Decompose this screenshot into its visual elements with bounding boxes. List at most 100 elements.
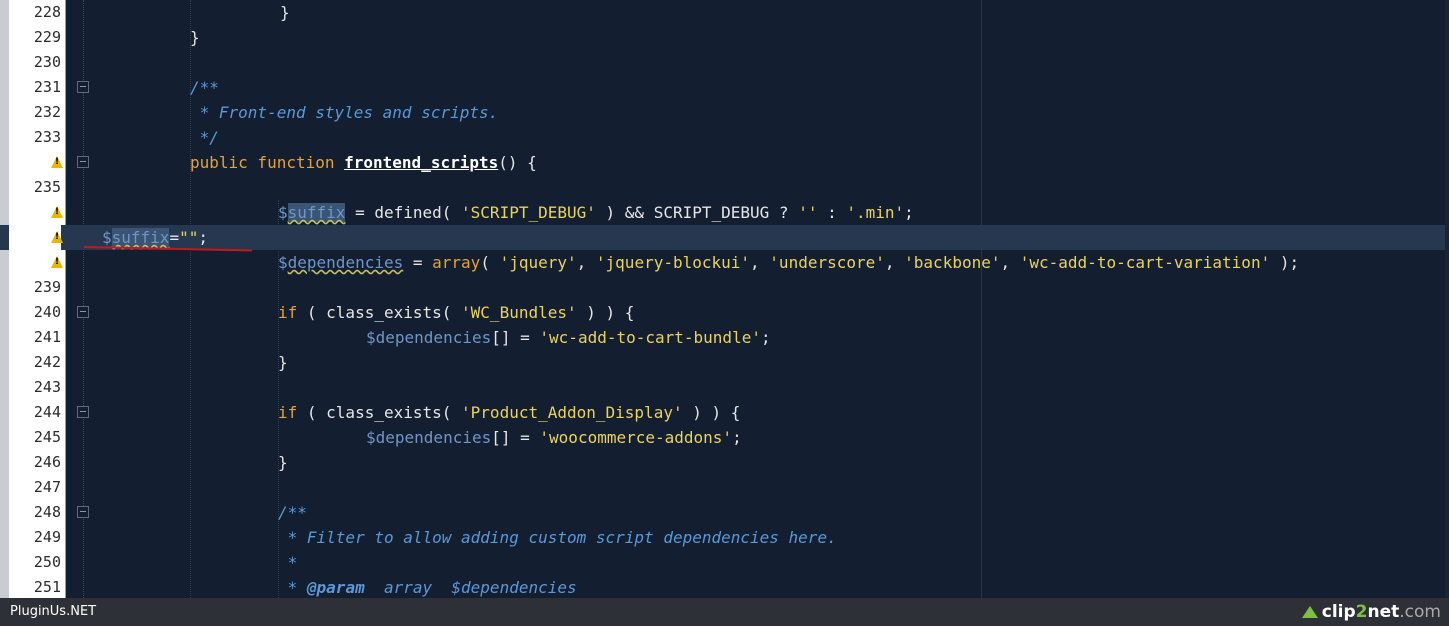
watermark-text: PluginUs.NET — [10, 604, 97, 619]
code-line[interactable]: $suffix = defined( 'SCRIPT_DEBUG' ) && S… — [0, 200, 1449, 225]
line-number: 245 — [33, 428, 61, 446]
code-line[interactable]: 245 $dependencies[] = 'woocommerce-addons… — [0, 425, 1449, 450]
code-token: } — [278, 453, 288, 472]
code-line[interactable]: 239 — [0, 275, 1449, 300]
code-token: 'wc-add-to-cart-variation' — [1019, 253, 1271, 272]
code-token: 'SCRIPT_DEBUG' — [461, 203, 596, 222]
code-token: ( class_exists( — [297, 303, 462, 322]
warning-icon[interactable] — [51, 231, 63, 243]
code-text: } — [190, 25, 200, 50]
code-token: ) ) { — [682, 403, 741, 422]
code-token: 'woocommerce-addons' — [539, 428, 733, 447]
code-line[interactable]: 235 — [0, 175, 1449, 200]
warning-icon[interactable] — [51, 156, 63, 168]
code-line[interactable]: 250 * — [0, 550, 1449, 575]
code-text: * Filter to allow adding custom script d… — [278, 525, 837, 550]
code-line[interactable]: 248 /** — [0, 500, 1449, 525]
code-token: [] = — [491, 428, 540, 447]
code-token: 'backbone' — [904, 253, 1001, 272]
code-text: if ( class_exists( 'Product_Addon_Displa… — [278, 400, 740, 425]
code-line[interactable]: 232 * Front-end styles and scripts. — [0, 100, 1449, 125]
code-token: * — [278, 578, 307, 597]
code-token: */ — [190, 128, 219, 147]
code-token: 'WC_Bundles' — [461, 303, 577, 322]
code-token: ) && SCRIPT_DEBUG ? — [595, 203, 799, 222]
upload-arrow-icon — [1301, 606, 1318, 618]
warning-icon[interactable] — [51, 206, 63, 218]
code-token: suffix — [287, 203, 346, 222]
code-line[interactable]: 241 $dependencies[] = 'wc-add-to-cart-bun… — [0, 325, 1449, 350]
vertical-scrollbar[interactable] — [1445, 0, 1449, 598]
code-line[interactable]: $suffix=""; — [0, 225, 1449, 250]
line-number: 229 — [33, 28, 61, 46]
code-token: $dependencies — [366, 328, 492, 347]
code-token: } — [280, 3, 290, 22]
code-token: ); — [1270, 253, 1300, 272]
code-token: "" — [179, 228, 199, 247]
code-line[interactable]: 230 — [0, 50, 1449, 75]
code-line[interactable]: 243 — [0, 375, 1449, 400]
code-text: $dependencies[] = 'wc-add-to-cart-bundle… — [366, 325, 771, 350]
code-editor[interactable]: 228} 229} 230 231/** 232 * Front-end styles … — [0, 0, 1449, 598]
fold-toggle-icon[interactable] — [77, 306, 89, 318]
line-number: 230 — [33, 53, 61, 71]
code-line[interactable]: 228} — [0, 0, 1449, 25]
fold-toggle-icon[interactable] — [77, 81, 89, 93]
code-line[interactable]: 242} — [0, 350, 1449, 375]
code-token: 'Product_Addon_Display' — [461, 403, 683, 422]
line-number: 239 — [33, 278, 61, 296]
logo-two: 2 — [1355, 602, 1368, 622]
code-text: * @param array $dependencies — [278, 575, 577, 598]
code-line[interactable]: 251 * @param array $dependencies — [0, 575, 1449, 598]
fold-toggle-icon[interactable] — [77, 406, 89, 418]
code-line[interactable]: 246} — [0, 450, 1449, 475]
code-token: , — [750, 253, 770, 272]
code-token: '' — [798, 203, 818, 222]
code-token: $ — [278, 253, 288, 272]
fold-toggle-icon[interactable] — [77, 156, 89, 168]
code-line[interactable]: public function frontend_scripts() { — [0, 150, 1449, 175]
code-token: 'underscore' — [769, 253, 885, 272]
code-token: , — [884, 253, 905, 272]
code-line[interactable]: 247 — [0, 475, 1449, 500]
line-number: 250 — [33, 553, 61, 571]
line-number: 241 — [33, 328, 61, 346]
code-token: () { — [498, 153, 537, 172]
code-token: } — [278, 353, 288, 372]
code-token: = — [169, 228, 180, 247]
code-token: frontend_scripts — [344, 153, 499, 172]
code-token: ( — [480, 253, 500, 272]
code-token: $dependencies — [366, 428, 492, 447]
code-token: 'jquery' — [499, 253, 577, 272]
code-token: } — [190, 28, 200, 47]
code-text: /** — [190, 75, 219, 100]
logo-domain: .com — [1399, 602, 1441, 622]
line-number: 246 — [33, 453, 61, 471]
code-line[interactable]: 244 if ( class_exists( 'Product_Addon_Dis… — [0, 400, 1449, 425]
code-token: ; — [732, 428, 742, 447]
line-number: 247 — [33, 478, 61, 496]
code-token: /** — [190, 78, 219, 97]
code-token: ; — [760, 328, 771, 347]
code-line[interactable]: 231 /** — [0, 75, 1449, 100]
code-line[interactable]: 249 * Filter to allow adding custom scri… — [0, 525, 1449, 550]
code-token: 'wc-add-to-cart-bundle' — [539, 328, 761, 347]
code-text: /** — [278, 500, 307, 525]
warning-icon[interactable] — [51, 256, 63, 268]
code-line[interactable]: $dependencies = array( 'jquery', 'jquery… — [0, 250, 1449, 275]
code-token: ; — [904, 203, 914, 222]
line-number: 242 — [33, 353, 61, 371]
code-line[interactable]: 240 if ( class_exists( 'WC_Bundles' ) ) { — [0, 300, 1449, 325]
line-number: 249 — [33, 528, 61, 546]
code-text: public function frontend_scripts() { — [190, 150, 537, 175]
line-number: 232 — [33, 103, 61, 121]
line-number: 248 — [33, 503, 61, 521]
code-line[interactable]: 233 */ — [0, 125, 1449, 150]
code-text: $suffix = defined( 'SCRIPT_DEBUG' ) && S… — [278, 200, 914, 225]
code-text: $dependencies = array( 'jquery', 'jquery… — [278, 250, 1299, 275]
line-number: 231 — [33, 78, 61, 96]
code-token: : — [817, 203, 847, 222]
line-number: 233 — [33, 128, 61, 146]
code-line[interactable]: 229} — [0, 25, 1449, 50]
fold-toggle-icon[interactable] — [77, 506, 89, 518]
